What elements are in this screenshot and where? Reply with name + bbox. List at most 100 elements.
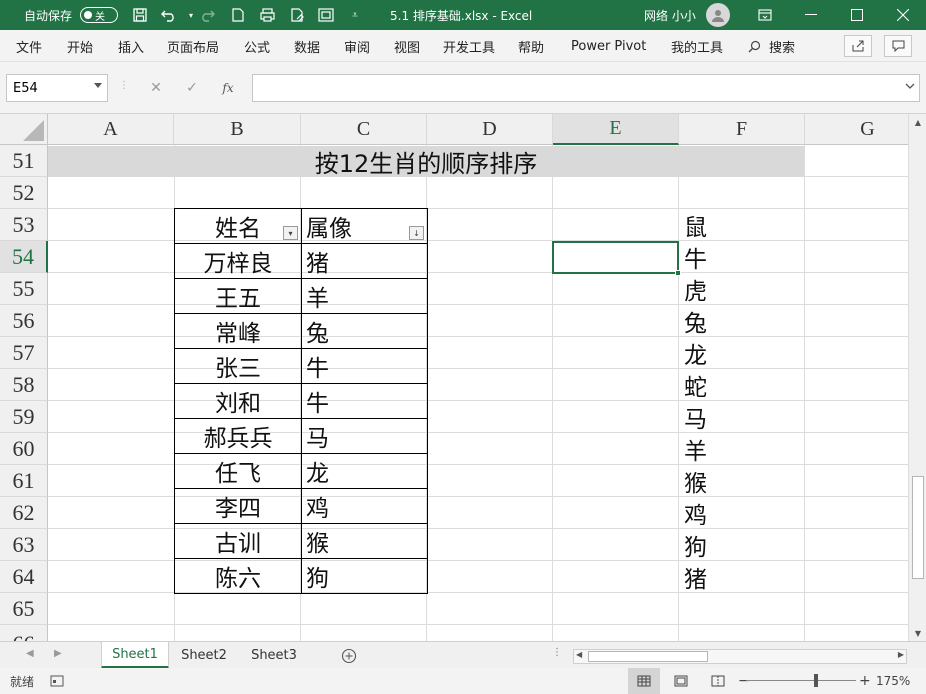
horizontal-scroll-thumb[interactable] xyxy=(588,651,708,662)
table-cell[interactable]: 兔 xyxy=(301,313,428,349)
active-cell-e54[interactable] xyxy=(552,241,679,274)
page-layout-view-icon[interactable] xyxy=(665,668,697,694)
table-header-cell[interactable]: 姓名 ▾ xyxy=(174,208,302,244)
confirm-entry-icon[interactable]: ✓ xyxy=(174,80,210,96)
row-header-61[interactable]: 61 xyxy=(0,465,48,497)
menu-developer[interactable]: 开发工具 xyxy=(443,30,495,62)
filter-dropdown-icon[interactable]: ▾ xyxy=(283,226,298,240)
row-header-58[interactable]: 58 xyxy=(0,369,48,401)
merged-title-cell[interactable]: 按12生肖的顺序排序 xyxy=(48,146,804,178)
comments-button[interactable] xyxy=(884,35,912,57)
close-icon[interactable] xyxy=(880,0,926,30)
add-sheet-button[interactable] xyxy=(336,642,362,669)
search-box[interactable]: 搜索 xyxy=(748,30,795,62)
print-preview-icon[interactable] xyxy=(257,0,279,30)
row-header-51[interactable]: 51 xyxy=(0,145,48,177)
zodiac-cell[interactable]: 牛 xyxy=(679,241,805,273)
table-cell[interactable]: 陈六 xyxy=(174,558,302,594)
column-header-g[interactable]: G xyxy=(805,114,908,145)
screenshot-icon[interactable] xyxy=(315,0,337,30)
row-header-66[interactable]: 66 xyxy=(0,625,48,641)
cancel-entry-icon[interactable]: ✕ xyxy=(138,80,174,96)
row-header-63[interactable]: 63 xyxy=(0,529,48,561)
column-header-a[interactable]: A xyxy=(48,114,174,145)
menu-insert[interactable]: 插入 xyxy=(118,30,144,62)
table-cell[interactable]: 任飞 xyxy=(174,453,302,489)
tab-scroll-left-icon[interactable]: ◀ xyxy=(26,648,34,659)
menu-file[interactable]: 文件 xyxy=(16,30,42,62)
formula-input[interactable] xyxy=(252,74,920,102)
table-cell[interactable]: 李四 xyxy=(174,488,302,524)
macro-record-icon[interactable] xyxy=(50,668,64,694)
tab-sheet3[interactable]: Sheet3 xyxy=(239,642,309,669)
save-icon[interactable] xyxy=(129,0,151,30)
minimize-icon[interactable] xyxy=(788,0,834,30)
table-cell[interactable]: 王五 xyxy=(174,278,302,314)
column-header-f[interactable]: F xyxy=(679,114,805,145)
user-name[interactable]: 网络 小小 xyxy=(644,0,696,30)
menu-review[interactable]: 审阅 xyxy=(344,30,370,62)
row-header-54[interactable]: 54 xyxy=(0,241,48,273)
table-cell[interactable]: 郝兵兵 xyxy=(174,418,302,454)
row-header-56[interactable]: 56 xyxy=(0,305,48,337)
table-cell[interactable]: 羊 xyxy=(301,278,428,314)
zodiac-cell[interactable]: 马 xyxy=(679,401,805,433)
vertical-scrollbar[interactable]: ▲ ▼ xyxy=(908,114,926,641)
row-header-59[interactable]: 59 xyxy=(0,401,48,433)
customize-toolbar-icon[interactable]: ⩡ xyxy=(344,0,366,30)
vertical-scroll-thumb[interactable] xyxy=(912,476,924,579)
column-header-e[interactable]: E xyxy=(553,114,679,145)
column-header-b[interactable]: B xyxy=(174,114,301,145)
zoom-slider-thumb[interactable] xyxy=(814,674,818,687)
table-cell[interactable]: 张三 xyxy=(174,348,302,384)
maximize-icon[interactable] xyxy=(834,0,880,30)
sort-ascending-icon[interactable]: ↓ xyxy=(409,226,424,240)
zodiac-cell[interactable]: 蛇 xyxy=(679,369,805,401)
menu-page-layout[interactable]: 页面布局 xyxy=(167,30,219,62)
zodiac-cell[interactable]: 狗 xyxy=(679,529,805,561)
ribbon-display-icon[interactable] xyxy=(742,0,788,30)
scroll-right-icon[interactable]: ▶ xyxy=(898,650,904,659)
menu-formulas[interactable]: 公式 xyxy=(244,30,270,62)
share-button[interactable] xyxy=(844,35,872,57)
table-cell[interactable]: 万梓良 xyxy=(174,243,302,279)
zoom-out-icon[interactable]: − xyxy=(738,668,750,694)
zodiac-cell[interactable]: 猴 xyxy=(679,465,805,497)
scroll-down-icon[interactable]: ▼ xyxy=(909,625,926,641)
zodiac-cell[interactable]: 鼠 xyxy=(679,209,805,241)
table-header-cell[interactable]: 属像 ↓ xyxy=(301,208,428,244)
redo-icon[interactable] xyxy=(196,0,218,30)
zodiac-cell[interactable]: 龙 xyxy=(679,337,805,369)
column-header-c[interactable]: C xyxy=(301,114,427,145)
zodiac-cell[interactable]: 鸡 xyxy=(679,497,805,529)
table-cell[interactable]: 龙 xyxy=(301,453,428,489)
name-box[interactable]: E54 xyxy=(6,74,108,102)
zoom-slider-track[interactable] xyxy=(746,680,856,681)
tab-sheet1[interactable]: Sheet1 xyxy=(101,642,169,669)
tab-scroll-right-icon[interactable]: ▶ xyxy=(54,648,62,659)
horizontal-scrollbar[interactable]: ◀ ▶ xyxy=(573,649,907,664)
table-cell[interactable]: 古训 xyxy=(174,523,302,559)
row-header-53[interactable]: 53 xyxy=(0,209,48,241)
row-header-65[interactable]: 65 xyxy=(0,593,48,625)
avatar[interactable] xyxy=(706,3,730,27)
autosave-toggle[interactable]: 关 xyxy=(80,7,118,23)
tab-splitter-icon[interactable]: ⋮ xyxy=(552,647,562,658)
row-header-64[interactable]: 64 xyxy=(0,561,48,593)
zodiac-cell[interactable]: 羊 xyxy=(679,433,805,465)
new-file-icon[interactable] xyxy=(227,0,249,30)
row-header-60[interactable]: 60 xyxy=(0,433,48,465)
scroll-up-icon[interactable]: ▲ xyxy=(909,114,926,130)
menu-my-tools[interactable]: 我的工具 xyxy=(671,30,723,62)
column-header-d[interactable]: D xyxy=(427,114,553,145)
menu-view[interactable]: 视图 xyxy=(394,30,420,62)
select-all-button[interactable] xyxy=(0,114,48,145)
zoom-level[interactable]: 175% xyxy=(876,668,910,694)
page-break-view-icon[interactable] xyxy=(702,668,734,694)
insert-function-icon[interactable]: fx xyxy=(210,81,246,95)
undo-icon[interactable] xyxy=(158,0,180,30)
worksheet-grid[interactable]: A B C D E F G 51 52 53 54 55 56 57 58 59… xyxy=(0,114,908,641)
table-cell[interactable]: 牛 xyxy=(301,348,428,384)
menu-data[interactable]: 数据 xyxy=(294,30,320,62)
table-cell[interactable]: 鸡 xyxy=(301,488,428,524)
